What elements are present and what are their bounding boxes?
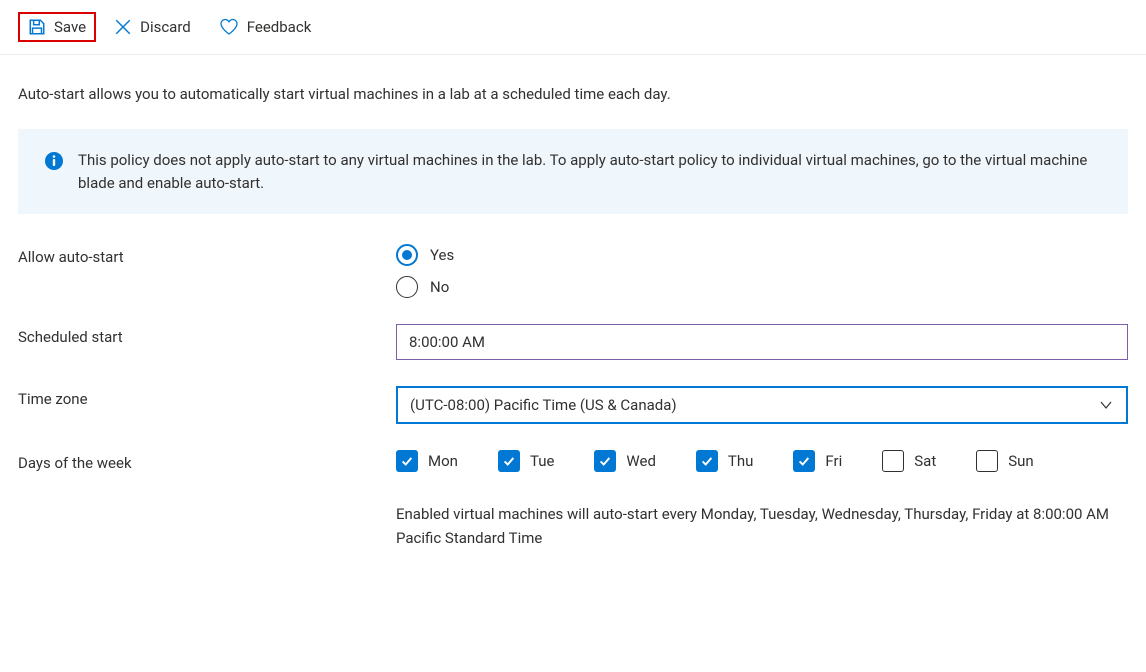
save-button-label: Save [54, 18, 86, 36]
row-scheduled-start: Scheduled start [18, 324, 1128, 360]
day-label: Fri [825, 452, 842, 470]
day-checkbox-sat[interactable]: Sat [882, 450, 936, 472]
checkbox-unchecked-icon [882, 450, 904, 472]
day-label: Thu [728, 452, 753, 470]
day-checkbox-thu[interactable]: Thu [696, 450, 753, 472]
day-label: Wed [626, 452, 656, 470]
row-allow-auto-start: Allow auto-start Yes No [18, 244, 1128, 298]
time-zone-select[interactable]: (UTC-08:00) Pacific Time (US & Canada) [396, 386, 1128, 424]
save-button[interactable]: Save [18, 12, 96, 42]
chevron-down-icon [1098, 397, 1114, 413]
allow-auto-start-radio-group: Yes No [396, 244, 1128, 298]
checkbox-checked-icon [396, 450, 418, 472]
info-banner: This policy does not apply auto-start to… [18, 129, 1128, 214]
radio-yes-label: Yes [430, 246, 454, 264]
checkbox-checked-icon [696, 450, 718, 472]
intro-text: Auto-start allows you to automatically s… [0, 55, 1146, 121]
save-icon [28, 18, 46, 36]
day-checkbox-fri[interactable]: Fri [793, 450, 842, 472]
radio-no-label: No [430, 278, 449, 296]
feedback-button-label: Feedback [247, 18, 312, 36]
day-checkbox-mon[interactable]: Mon [396, 450, 458, 472]
discard-button[interactable]: Discard [104, 12, 201, 42]
feedback-button[interactable]: Feedback [209, 12, 322, 42]
discard-button-label: Discard [140, 18, 191, 36]
day-label: Sun [1008, 452, 1033, 470]
checkbox-checked-icon [594, 450, 616, 472]
checkbox-checked-icon [498, 450, 520, 472]
day-checkbox-wed[interactable]: Wed [594, 450, 656, 472]
close-icon [114, 18, 132, 36]
heart-icon [219, 18, 239, 36]
label-allow-auto-start: Allow auto-start [18, 244, 396, 266]
label-days-of-week: Days of the week [18, 450, 396, 472]
scheduled-start-input[interactable] [396, 324, 1128, 360]
info-icon [44, 151, 64, 171]
info-banner-text: This policy does not apply auto-start to… [78, 149, 1102, 194]
day-checkbox-sun[interactable]: Sun [976, 450, 1033, 472]
time-zone-value: (UTC-08:00) Pacific Time (US & Canada) [410, 396, 677, 414]
auto-start-summary: Enabled virtual machines will auto-start… [0, 502, 1146, 550]
days-row: Mon Tue Wed Thu Fri Sat Sun [396, 450, 1128, 472]
day-checkbox-tue[interactable]: Tue [498, 450, 554, 472]
radio-yes[interactable]: Yes [396, 244, 1128, 266]
label-scheduled-start: Scheduled start [18, 324, 396, 346]
row-days-of-week: Days of the week Mon Tue Wed Thu Fri Sat Sun [18, 450, 1128, 472]
checkbox-unchecked-icon [976, 450, 998, 472]
radio-circle-icon [396, 276, 418, 298]
day-label: Mon [428, 452, 458, 470]
row-time-zone: Time zone (UTC-08:00) Pacific Time (US &… [18, 386, 1128, 424]
checkbox-checked-icon [793, 450, 815, 472]
label-time-zone: Time zone [18, 386, 396, 408]
form-area: Allow auto-start Yes No Scheduled start … [0, 244, 1146, 472]
day-label: Sat [914, 452, 936, 470]
radio-no[interactable]: No [396, 276, 1128, 298]
radio-circle-icon [396, 244, 418, 266]
day-label: Tue [530, 452, 554, 470]
toolbar: Save Discard Feedback [0, 0, 1146, 55]
